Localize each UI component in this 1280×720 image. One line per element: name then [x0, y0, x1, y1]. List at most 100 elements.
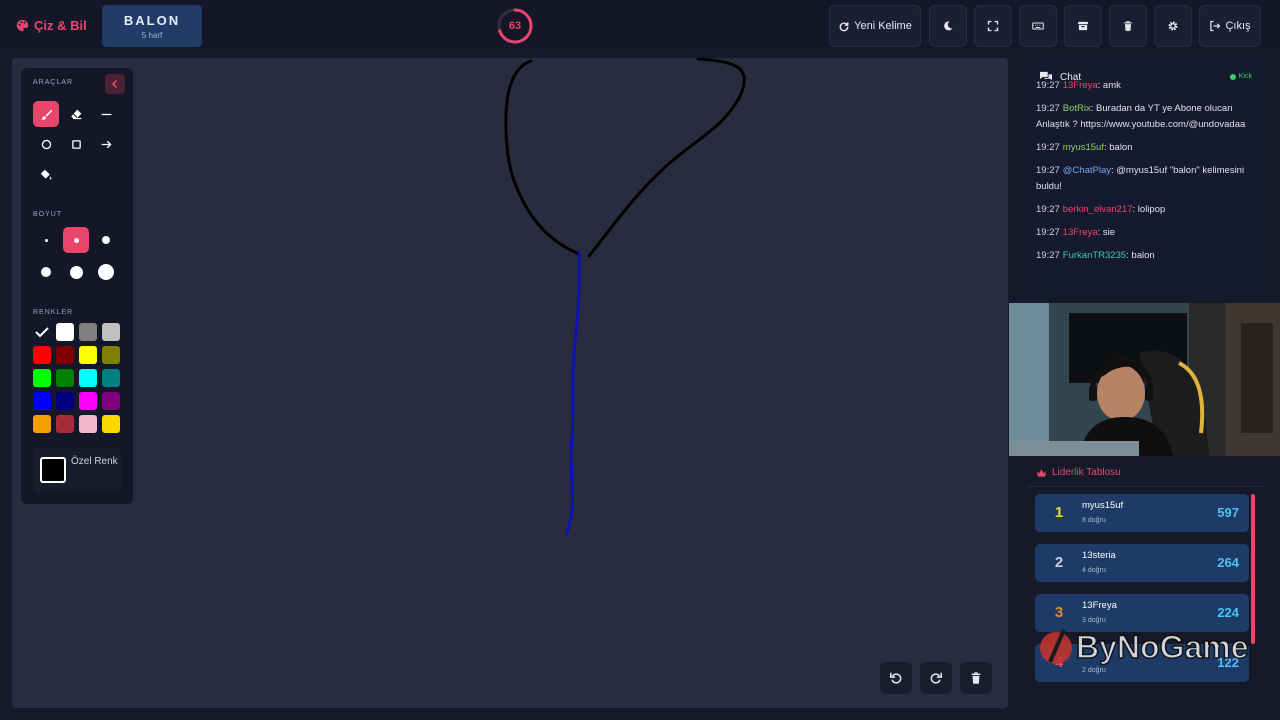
color-swatch[interactable] [102, 392, 120, 410]
message-user[interactable]: FurkanTR3235 [1063, 250, 1126, 261]
size-option-4[interactable] [33, 259, 59, 285]
app-brand[interactable]: Çiz & Bil [16, 18, 87, 33]
color-swatch[interactable] [79, 415, 97, 433]
tools-section-title: ARAÇLAR [33, 79, 74, 86]
current-word-box: BALON 5 harf [102, 5, 202, 47]
refresh-icon [839, 22, 849, 32]
size-section-title: BOYUT [33, 211, 63, 218]
color-swatch[interactable] [79, 369, 97, 387]
arrow-tool[interactable] [93, 131, 119, 157]
fullscreen-button[interactable] [974, 5, 1012, 47]
archive-button[interactable] [1064, 5, 1102, 47]
leaderboard-title: Liderlik Tablosu [1052, 467, 1121, 478]
color-swatch[interactable] [56, 323, 74, 341]
color-swatch[interactable] [33, 415, 51, 433]
circle-tool[interactable] [33, 131, 59, 157]
leaderboard-row: 1 myus15uf 8 doğru 597 [1035, 494, 1249, 532]
line-tool[interactable] [93, 101, 119, 127]
color-swatch[interactable] [56, 369, 74, 387]
message-time: 19:27 [1036, 103, 1060, 114]
square-icon [71, 139, 81, 149]
player-name: 13steria [1082, 550, 1116, 561]
custom-color-button[interactable]: Özel Renk [33, 448, 121, 492]
color-swatch[interactable] [102, 346, 120, 364]
eraser-icon [70, 109, 81, 119]
chat-message: 19:27 @ChatPlay: @myus15uf "balon" kelime… [1036, 163, 1250, 195]
color-swatch[interactable] [33, 392, 51, 410]
chat-messages[interactable]: 19:27 13Freya: amk 19:27 BotRix: Buradan da… [1036, 80, 1250, 271]
balloon-string-stroke [564, 250, 581, 536]
chat-message: 19:27 FurkanTR3235: balon [1036, 248, 1250, 264]
new-word-button[interactable]: Yeni Kelime [829, 5, 921, 47]
redo-button[interactable] [920, 662, 952, 694]
redo-icon [930, 672, 942, 684]
webcam-image [1009, 303, 1280, 456]
chat-panel: Chat Kick 19:27 13Freya: amk 19:27 BotRix: … [1028, 62, 1264, 296]
message-user[interactable]: @ChatPlay [1063, 165, 1111, 176]
size-option-5[interactable] [63, 259, 89, 285]
exit-button[interactable]: Çıkış [1199, 5, 1261, 47]
color-swatch[interactable] [102, 323, 120, 341]
brush-icon [40, 109, 52, 120]
color-swatch[interactable] [33, 323, 51, 341]
player-name: 13Freya [1082, 600, 1117, 611]
moon-icon [944, 21, 953, 31]
undo-button[interactable] [880, 662, 912, 694]
bynogame-watermark: ByNoGame [1040, 628, 1249, 666]
color-swatch[interactable] [33, 346, 51, 364]
fullscreen-icon [987, 20, 999, 32]
clear-canvas-button[interactable] [960, 662, 992, 694]
chat-message: 19:27 13Freya: amk [1036, 78, 1250, 94]
message-text: : amk [1097, 80, 1121, 91]
settings-button[interactable] [1154, 5, 1192, 47]
chat-message: 19:27 BotRix: Buradan da YT ye Abone oluc… [1036, 101, 1250, 133]
custom-color-preview [40, 457, 66, 483]
color-swatch[interactable] [56, 415, 74, 433]
brush-tool[interactable] [33, 101, 59, 127]
rectangle-tool[interactable] [63, 131, 89, 157]
size-option-1[interactable] [33, 227, 59, 253]
leaderboard-header: Liderlik Tablosu [1036, 467, 1121, 478]
collapse-panel-button[interactable] [105, 74, 125, 94]
message-user[interactable]: berkin_elvan217 [1063, 204, 1133, 215]
color-swatch[interactable] [102, 415, 120, 433]
webcam-feed [1009, 303, 1280, 456]
message-user[interactable]: 13Freya [1063, 227, 1098, 238]
message-user[interactable]: myus15uf [1063, 142, 1104, 153]
custom-color-label: Özel Renk [71, 456, 118, 467]
message-text: : balon [1103, 142, 1133, 153]
keyboard-button[interactable] [1019, 5, 1057, 47]
undo-icon [890, 672, 902, 684]
size-option-2[interactable] [63, 227, 89, 253]
color-swatch[interactable] [79, 323, 97, 341]
color-swatch[interactable] [56, 392, 74, 410]
drawing-strokes [504, 58, 746, 536]
top-bar: Çiz & Bil BALON 5 harf 63 Yeni Kelime Çı… [0, 0, 1280, 52]
theme-toggle-button[interactable] [929, 5, 967, 47]
color-swatch[interactable] [56, 346, 74, 364]
message-user[interactable]: 13Freya [1063, 80, 1098, 91]
leaderboard: Liderlik Tablosu 1 myus15uf 8 doğru 597 2 13s… [1028, 460, 1264, 720]
clear-board-button[interactable] [1109, 5, 1147, 47]
canvas-actions [880, 662, 992, 694]
message-time: 19:27 [1036, 227, 1060, 238]
color-swatch[interactable] [79, 346, 97, 364]
size-option-6[interactable] [93, 259, 119, 285]
trash-icon [1124, 21, 1132, 31]
drawing-canvas[interactable] [12, 58, 1008, 708]
keyboard-icon [1032, 22, 1044, 30]
exit-label: Çıkış [1225, 20, 1251, 32]
player-score: 264 [1217, 555, 1239, 570]
player-rank: 1 [1054, 504, 1064, 521]
gear-icon [1168, 21, 1178, 31]
svg-text:ByNoGame: ByNoGame [1076, 629, 1249, 665]
brand-title: Çiz & Bil [34, 18, 87, 33]
leaderboard-row: 2 13steria 4 doğru 264 [1035, 544, 1249, 582]
eraser-tool[interactable] [63, 101, 89, 127]
fill-tool[interactable] [33, 161, 59, 187]
color-swatch[interactable] [33, 369, 51, 387]
color-swatch[interactable] [79, 392, 97, 410]
message-user[interactable]: BotRix [1063, 103, 1091, 114]
color-swatch[interactable] [102, 369, 120, 387]
size-option-3[interactable] [93, 227, 119, 253]
